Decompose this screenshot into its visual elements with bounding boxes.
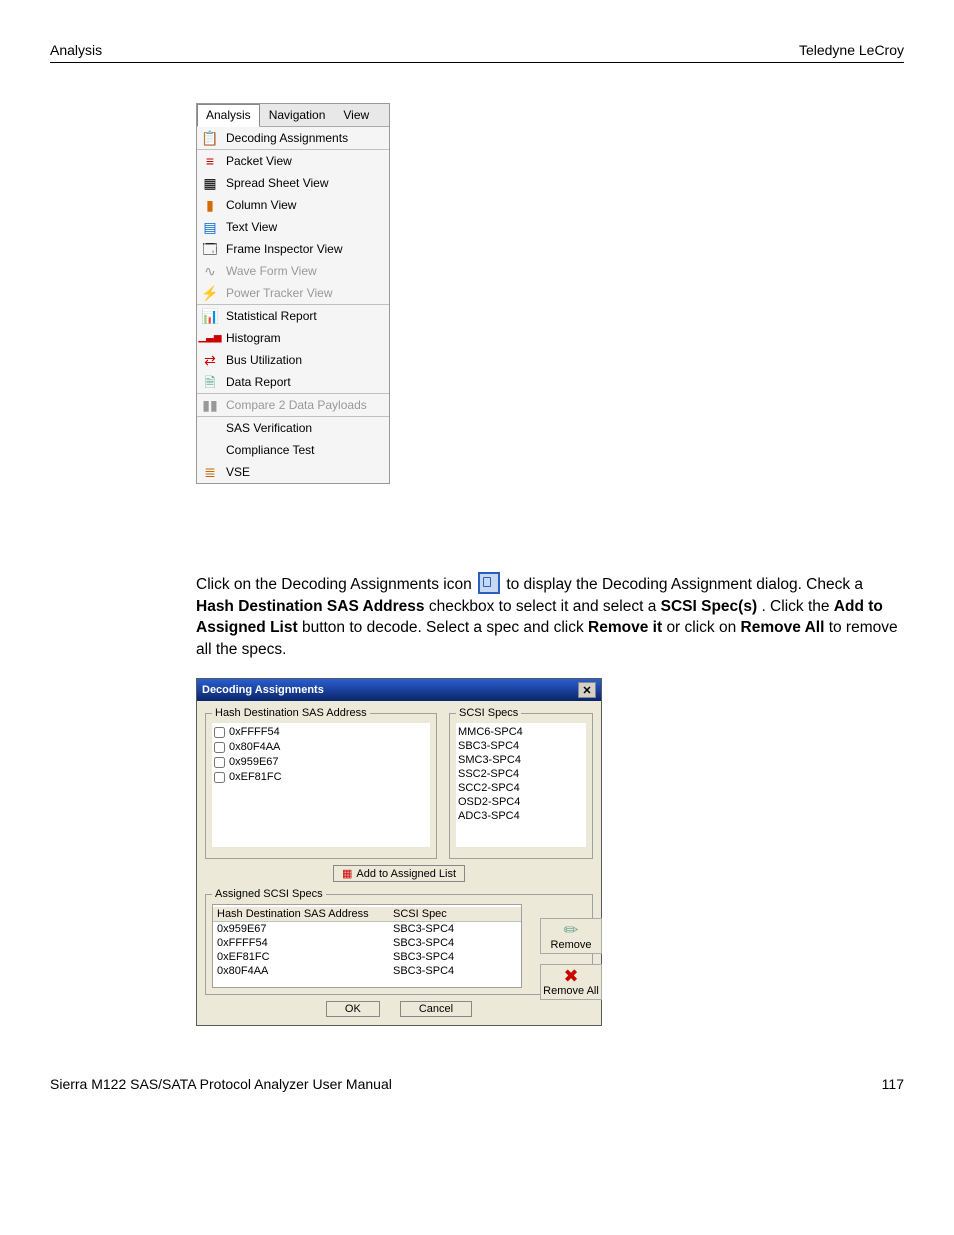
decoding-assignments-icon [478,572,500,594]
eraser-icon: ✏ [543,921,599,939]
stat-icon: 📊 [202,308,218,324]
hash-checkbox[interactable] [214,742,225,753]
remove-all-icon: ✖ [543,967,599,985]
add-icon: ▦ [342,867,352,880]
footer-left: Sierra M122 SAS/SATA Protocol Analyzer U… [50,1076,392,1092]
menu-data-report[interactable]: 🗎 Data Report [197,371,389,393]
menu-vse[interactable]: ≣ VSE [197,461,389,483]
column-icon: ▮ [202,197,218,213]
close-icon[interactable]: ✕ [578,682,596,698]
decoding-assignments-dialog: Decoding Assignments ✕ Hash Destination … [196,678,602,1026]
menu-wave-form-view: ∿ Wave Form View [197,260,389,282]
histogram-icon: ▁▃▅ [202,330,218,346]
grid-icon: ▦ [202,175,218,191]
specs-legend: SCSI Specs [456,707,521,719]
hash-item[interactable]: 0x80F4AA [214,740,428,755]
assigned-legend: Assigned SCSI Specs [212,888,326,900]
body-paragraph: Click on the Decoding Assignments icon t… [196,574,904,660]
assigned-specs-group: Assigned SCSI Specs Hash Destination SAS… [205,888,593,995]
data-icon: 🗎 [202,374,218,390]
menu-statistical-report[interactable]: 📊 Statistical Report [197,305,389,327]
header-right: Teledyne LeCroy [799,42,904,58]
hash-address-group: Hash Destination SAS Address 0xFFFF54 0x… [205,707,437,859]
hash-checkbox[interactable] [214,727,225,738]
table-row[interactable]: 0x80F4AASBC3-SPC4 [213,964,521,978]
page-header: Analysis Teledyne LeCroy [50,42,904,63]
analysis-menu: Analysis Navigation View 📋 Decoding Assi… [196,103,390,484]
tab-navigation[interactable]: Navigation [260,104,335,126]
blank-icon [202,420,218,436]
table-row[interactable]: 0xFFFF54SBC3-SPC4 [213,936,521,950]
compare-icon: ▮▮ [202,397,218,413]
spec-item[interactable]: OSD2-SPC4 [458,795,584,809]
menu-compliance-test[interactable]: Compliance Test [197,439,389,461]
menu-packet-view[interactable]: ≡ Packet View [197,150,389,172]
ok-button[interactable]: OK [326,1001,380,1017]
frame-icon: 🗔 [202,241,218,257]
spec-item[interactable]: SBC3-SPC4 [458,739,584,753]
menu-sas-verification[interactable]: SAS Verification [197,417,389,439]
spec-item[interactable]: SSC2-SPC4 [458,767,584,781]
hash-checkbox[interactable] [214,772,225,783]
page-footer: Sierra M122 SAS/SATA Protocol Analyzer U… [50,1076,904,1092]
spec-item[interactable]: ADC3-SPC4 [458,809,584,823]
menu-text-view[interactable]: ▤ Text View [197,216,389,238]
hash-item[interactable]: 0xFFFF54 [214,725,428,740]
assigned-table[interactable]: Hash Destination SAS Address SCSI Spec 0… [212,904,522,988]
menu-bus-utilization[interactable]: ⇄ Bus Utilization [197,349,389,371]
vse-icon: ≣ [202,464,218,480]
menu-column-view[interactable]: ▮ Column View [197,194,389,216]
menu-frame-inspector-view[interactable]: 🗔 Frame Inspector View [197,238,389,260]
add-to-assigned-button[interactable]: ▦ Add to Assigned List [333,865,465,882]
footer-page-number: 117 [882,1076,904,1092]
menu-compare-payloads: ▮▮ Compare 2 Data Payloads [197,394,389,416]
table-row[interactable]: 0x959E67SBC3-SPC4 [213,922,521,936]
menu-histogram[interactable]: ▁▃▅ Histogram [197,327,389,349]
cancel-button[interactable]: Cancel [400,1001,472,1017]
header-left: Analysis [50,42,102,58]
power-icon: ⚡ [202,285,218,301]
decoding-icon: 📋 [202,130,218,146]
scsi-specs-group: SCSI Specs MMC6-SPC4 SBC3-SPC4 SMC3-SPC4… [449,707,593,859]
menu-spread-sheet-view[interactable]: ▦ Spread Sheet View [197,172,389,194]
wave-icon: ∿ [202,263,218,279]
remove-button[interactable]: ✏ Remove [540,918,602,954]
hash-item[interactable]: 0xEF81FC [214,770,428,785]
hash-item[interactable]: 0x959E67 [214,755,428,770]
tab-view[interactable]: View [334,104,378,126]
remove-all-button[interactable]: ✖ Remove All [540,964,602,1000]
dialog-titlebar: Decoding Assignments ✕ [197,679,601,701]
menu-power-tracker-view: ⚡ Power Tracker View [197,282,389,304]
bus-icon: ⇄ [202,352,218,368]
tab-analysis[interactable]: Analysis [197,104,260,127]
hash-legend: Hash Destination SAS Address [212,707,370,719]
table-row[interactable]: 0xEF81FCSBC3-SPC4 [213,950,521,964]
dialog-title: Decoding Assignments [202,684,324,696]
packet-icon: ≡ [202,153,218,169]
spec-item[interactable]: SMC3-SPC4 [458,753,584,767]
text-icon: ▤ [202,219,218,235]
spec-item[interactable]: MMC6-SPC4 [458,725,584,739]
menu-tabs: Analysis Navigation View [197,104,389,127]
specs-list[interactable]: MMC6-SPC4 SBC3-SPC4 SMC3-SPC4 SSC2-SPC4 … [456,723,586,847]
blank-icon [202,442,218,458]
hash-checkbox[interactable] [214,757,225,768]
table-header: Hash Destination SAS Address SCSI Spec [213,907,521,922]
spec-item[interactable]: SCC2-SPC4 [458,781,584,795]
menu-decoding-assignments[interactable]: 📋 Decoding Assignments [197,127,389,149]
